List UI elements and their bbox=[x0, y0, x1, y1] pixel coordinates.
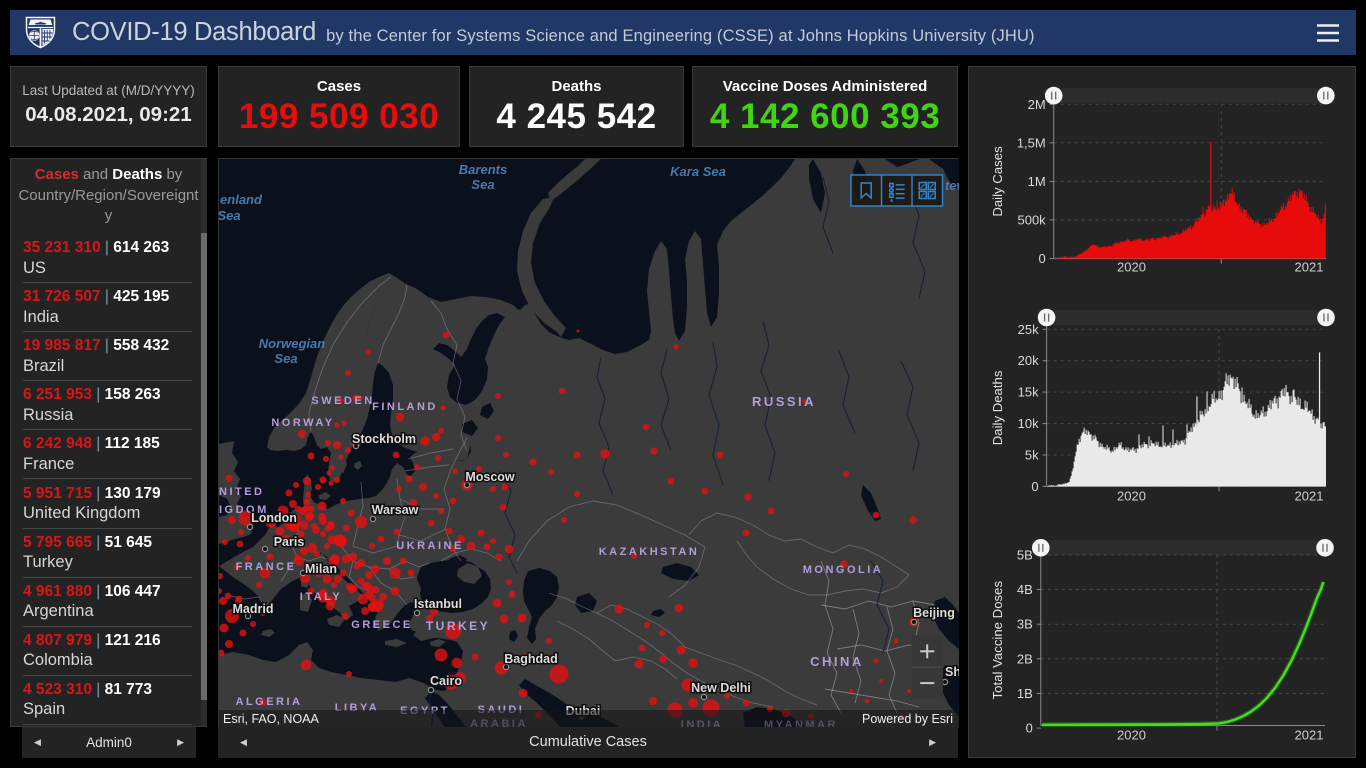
svg-text:1M: 1M bbox=[1028, 174, 1046, 189]
svg-text:2021: 2021 bbox=[1295, 489, 1324, 504]
svg-text:Daily Deaths: Daily Deaths bbox=[990, 370, 1005, 445]
svg-text:3B: 3B bbox=[1017, 617, 1033, 632]
svg-text:New Delhi: New Delhi bbox=[691, 681, 751, 695]
svg-text:ALGERIA: ALGERIA bbox=[236, 696, 303, 708]
svg-text:0: 0 bbox=[1026, 721, 1033, 736]
svg-text:Total Vaccine Doses: Total Vaccine Doses bbox=[990, 581, 1005, 700]
svg-text:Istanbul: Istanbul bbox=[414, 597, 462, 611]
svg-text:1,5M: 1,5M bbox=[1017, 135, 1046, 150]
svg-text:0: 0 bbox=[1031, 479, 1038, 494]
svg-text:NITED: NITED bbox=[219, 486, 265, 498]
svg-text:Powered by Esri: Powered by Esri bbox=[862, 712, 953, 726]
svg-text:2020: 2020 bbox=[1117, 260, 1146, 275]
svg-text:Madrid: Madrid bbox=[233, 602, 274, 616]
svg-text:2M: 2M bbox=[1028, 97, 1046, 112]
svg-text:UKRAINE: UKRAINE bbox=[396, 540, 464, 552]
svg-text:MONGOLIA: MONGOLIA bbox=[803, 564, 884, 576]
svg-text:2021: 2021 bbox=[1295, 728, 1324, 743]
svg-text:1B: 1B bbox=[1017, 686, 1033, 701]
svg-text:London: London bbox=[251, 511, 297, 525]
svg-text:KAZAKHSTAN: KAZAKHSTAN bbox=[599, 546, 700, 558]
svg-text:Kara Sea: Kara Sea bbox=[670, 164, 726, 179]
svg-text:2020: 2020 bbox=[1117, 728, 1146, 743]
svg-text:Moscow: Moscow bbox=[465, 470, 515, 484]
svg-text:Cairo: Cairo bbox=[430, 674, 462, 688]
svg-text:Barents: Barents bbox=[459, 162, 507, 177]
svg-text:Stockholm: Stockholm bbox=[352, 432, 416, 446]
svg-text:2020: 2020 bbox=[1117, 489, 1146, 504]
svg-text:CHINA: CHINA bbox=[810, 654, 864, 669]
svg-text:ITALY: ITALY bbox=[300, 591, 342, 603]
svg-text:Warsaw: Warsaw bbox=[372, 503, 419, 517]
svg-text:SWEDEN: SWEDEN bbox=[311, 395, 374, 407]
svg-text:tew: tew bbox=[945, 178, 959, 193]
svg-text:25k: 25k bbox=[1018, 322, 1039, 337]
svg-text:enland: enland bbox=[220, 192, 263, 207]
svg-text:Sea: Sea bbox=[274, 351, 297, 366]
svg-text:Esri, FAO, NOAA: Esri, FAO, NOAA bbox=[223, 712, 320, 726]
svg-text:RUSSIA: RUSSIA bbox=[752, 394, 816, 409]
svg-text:0: 0 bbox=[1038, 251, 1045, 266]
svg-text:Norwegian: Norwegian bbox=[259, 336, 326, 351]
svg-text:500k: 500k bbox=[1017, 212, 1046, 227]
svg-text:Paris: Paris bbox=[274, 535, 305, 549]
svg-text:Daily Cases: Daily Cases bbox=[990, 146, 1005, 217]
svg-text:FRANCE: FRANCE bbox=[236, 561, 297, 573]
svg-text:Sea: Sea bbox=[471, 177, 494, 192]
svg-text:5B: 5B bbox=[1017, 547, 1033, 562]
svg-text:5k: 5k bbox=[1025, 448, 1039, 463]
svg-text:Beijing: Beijing bbox=[913, 606, 955, 620]
svg-text:2021: 2021 bbox=[1295, 260, 1324, 275]
svg-text:2B: 2B bbox=[1017, 651, 1033, 666]
svg-text:Sh: Sh bbox=[945, 665, 959, 679]
svg-text:Baghdad: Baghdad bbox=[504, 652, 557, 666]
svg-text:15k: 15k bbox=[1018, 385, 1039, 400]
svg-text:GREECE: GREECE bbox=[351, 619, 412, 631]
svg-text:FINLAND: FINLAND bbox=[372, 401, 438, 413]
svg-text:10k: 10k bbox=[1018, 416, 1039, 431]
svg-text:TURKEY: TURKEY bbox=[426, 619, 490, 633]
svg-text:Sea: Sea bbox=[219, 208, 241, 223]
svg-text:NORWAY: NORWAY bbox=[271, 417, 334, 429]
svg-text:Milan: Milan bbox=[305, 562, 337, 576]
svg-text:20k: 20k bbox=[1018, 353, 1039, 368]
svg-text:4B: 4B bbox=[1017, 582, 1033, 597]
